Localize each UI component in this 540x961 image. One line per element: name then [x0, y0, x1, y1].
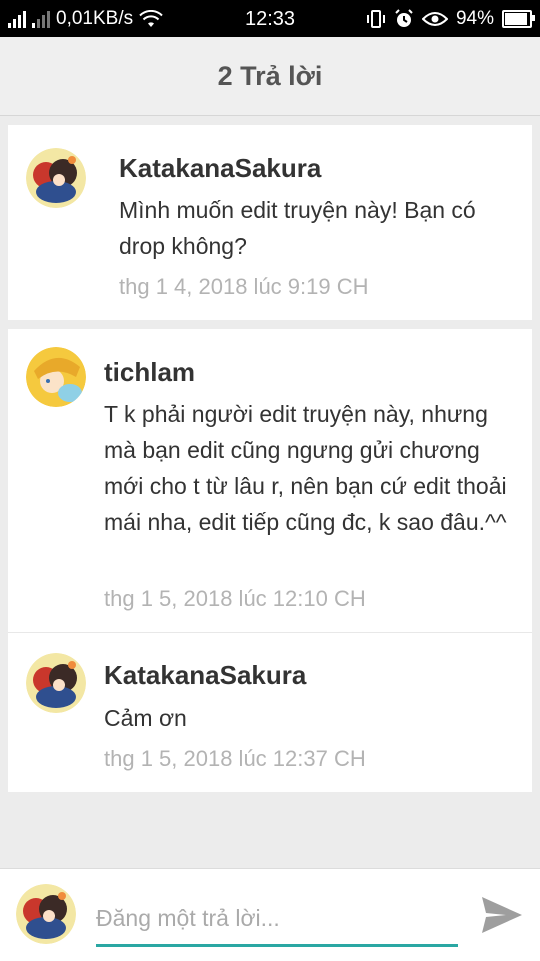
- battery-percent: 94%: [455, 8, 494, 29]
- battery-icon: [502, 10, 535, 28]
- avatar[interactable]: [26, 347, 86, 407]
- comment-card: KatakanaSakura Mình muốn edit truyện này…: [8, 125, 532, 320]
- comment-author[interactable]: KatakanaSakura: [104, 660, 306, 691]
- comment-card: tichlam T k phải người edit truyện này, …: [8, 329, 532, 792]
- avatar-image: [26, 653, 86, 713]
- avatar-image: [16, 884, 76, 944]
- comment-timestamp: thg 1 5, 2018 lúc 12:37 CH: [104, 746, 366, 771]
- comment-item: tichlam T k phải người edit truyện này, …: [8, 329, 532, 632]
- reply-bar: [0, 868, 540, 961]
- comment-author[interactable]: tichlam: [104, 357, 195, 388]
- reply-input[interactable]: [96, 893, 458, 947]
- comment-timestamp: thg 1 5, 2018 lúc 12:10 CH: [104, 586, 366, 611]
- avatar-image: [26, 347, 86, 407]
- comment-text: Mình muốn edit truyện này! Bạn có drop k…: [119, 197, 476, 259]
- avatar: [16, 884, 76, 944]
- vibrate-icon: [366, 10, 385, 28]
- comment-author[interactable]: KatakanaSakura: [119, 153, 321, 184]
- page-title: 2 Trả lời: [0, 37, 540, 116]
- eye-icon: [421, 12, 448, 26]
- avatar[interactable]: [26, 653, 86, 713]
- comment-item: KatakanaSakura Mình muốn edit truyện này…: [8, 125, 532, 320]
- status-bar: 0,01KB/s 12:33 94%: [0, 0, 540, 37]
- comment-text: Cảm ơn: [104, 705, 187, 731]
- comment-text: T k phải người edit truyện này, nhưng mà…: [104, 401, 507, 535]
- avatar[interactable]: [26, 148, 86, 208]
- send-icon[interactable]: [478, 891, 526, 939]
- avatar-image: [26, 148, 86, 208]
- comment-item: KatakanaSakura Cảm ơn thg 1 5, 2018 lúc …: [8, 633, 532, 792]
- status-right: 94%: [366, 8, 535, 30]
- comment-timestamp: thg 1 4, 2018 lúc 9:19 CH: [119, 274, 369, 299]
- alarm-icon: [395, 9, 413, 27]
